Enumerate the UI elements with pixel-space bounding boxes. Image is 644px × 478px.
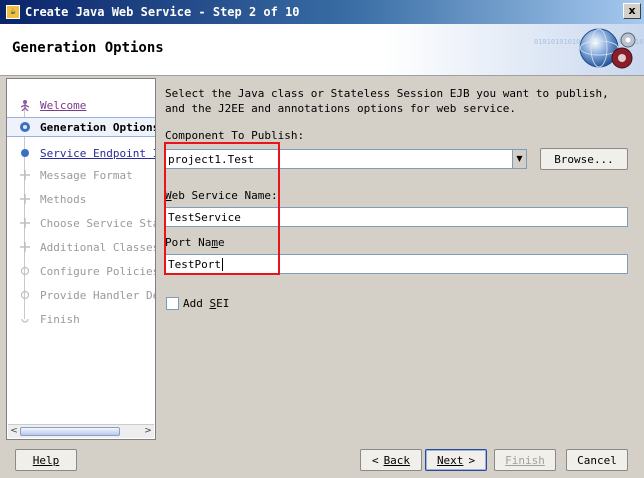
- step-node-icon: [21, 149, 29, 157]
- back-arrow-icon: <: [371, 453, 379, 467]
- step-node-disabled-icon: [20, 194, 30, 204]
- wizard-header: Generation Options 010101010101010101010…: [0, 24, 644, 76]
- step-node-disabled-icon: [20, 266, 30, 276]
- nav-step-label[interactable]: Service Endpoint In: [40, 147, 155, 160]
- step-node-disabled-icon: [20, 218, 30, 228]
- scroll-left-icon[interactable]: <: [8, 425, 20, 438]
- window-title: Create Java Web Service - Step 2 of 10: [25, 5, 300, 19]
- next-label: Next: [436, 453, 464, 467]
- help-button[interactable]: Help: [15, 449, 77, 471]
- step-node-disabled-icon: [20, 170, 30, 180]
- nav-step-label: Finish: [40, 312, 80, 326]
- nav-step-generation-options[interactable]: Generation Options: [7, 117, 155, 137]
- browse-button[interactable]: Browse...: [540, 148, 628, 170]
- nav-step-label: Message Format: [40, 168, 133, 182]
- globe-gears-icon: 0101010101010101010101 01010101010101: [384, 24, 644, 75]
- annotation-highlight-box: [164, 142, 280, 275]
- nav-step-welcome[interactable]: Welcome: [7, 95, 155, 115]
- dropdown-arrow-icon[interactable]: ▼: [512, 150, 526, 168]
- java-app-icon: ☕: [6, 5, 20, 19]
- step-node-disabled-icon: [21, 318, 29, 323]
- back-label: Back: [383, 453, 411, 467]
- page-title: Generation Options: [12, 40, 164, 56]
- help-label: Help: [32, 453, 60, 467]
- cancel-label: Cancel: [577, 453, 617, 467]
- scrollbar-thumb[interactable]: [20, 427, 120, 436]
- nav-step-label: Methods: [40, 192, 87, 206]
- wizard-step-navigation: Welcome Generation Options Service Endpo…: [6, 78, 156, 440]
- walking-figure-icon: [20, 100, 30, 111]
- add-sei-label[interactable]: Add SEI: [183, 297, 229, 310]
- finish-label: Finish: [505, 453, 545, 467]
- browse-label: Browse...: [554, 152, 614, 166]
- cancel-button[interactable]: Cancel: [566, 449, 628, 471]
- nav-step-service-endpoint[interactable]: Service Endpoint In: [7, 143, 155, 163]
- add-sei-checkbox[interactable]: [166, 297, 179, 310]
- finish-button[interactable]: Finish: [494, 449, 556, 471]
- nav-step-finish: Finish: [7, 309, 155, 329]
- nav-step-label: Choose Service Stat: [40, 216, 156, 230]
- step-description: Select the Java class or Stateless Sessi…: [165, 87, 609, 115]
- window-titlebar: ☕ Create Java Web Service - Step 2 of 10…: [0, 0, 644, 24]
- nav-step-additional-classes: Additional Classes: [7, 237, 155, 257]
- step-node-disabled-icon: [20, 242, 30, 252]
- nav-step-label: Configure Policies: [40, 264, 156, 278]
- nav-step-label[interactable]: Generation Options: [40, 121, 155, 134]
- next-button[interactable]: Next >: [425, 449, 487, 471]
- nav-step-provide-handler: Provide Handler Det: [7, 285, 155, 305]
- nav-step-label: Provide Handler Det: [40, 288, 156, 302]
- back-button[interactable]: < Back: [360, 449, 422, 471]
- window-close-button[interactable]: x: [623, 3, 641, 19]
- nav-horizontal-scrollbar[interactable]: < >: [8, 424, 154, 438]
- nav-step-methods: Methods: [7, 189, 155, 209]
- next-arrow-icon: >: [468, 453, 476, 467]
- nav-step-label: Additional Classes: [40, 240, 156, 254]
- nav-step-configure-policies: Configure Policies: [7, 261, 155, 281]
- step-node-disabled-icon: [20, 290, 30, 300]
- nav-step-choose-service-state: Choose Service Stat: [7, 213, 155, 233]
- nav-step-label[interactable]: Welcome: [40, 99, 86, 112]
- component-label: Component To Publish:: [165, 129, 305, 142]
- nav-step-message-format: Message Format: [7, 165, 155, 185]
- scroll-right-icon[interactable]: >: [142, 425, 154, 438]
- current-step-icon: [20, 122, 30, 132]
